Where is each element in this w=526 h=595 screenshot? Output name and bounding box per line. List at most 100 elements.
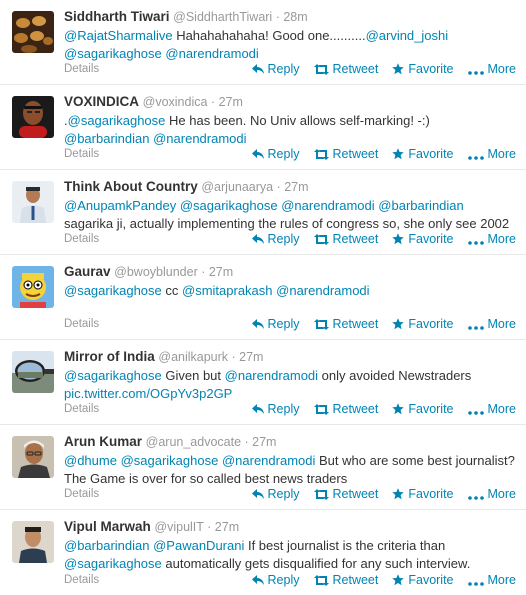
retweet-button[interactable]: Retweet (313, 402, 378, 416)
user-avatar[interactable] (12, 11, 54, 53)
mention-link[interactable]: @narendramodi (225, 368, 318, 383)
user-name[interactable]: Vipul Marwah (64, 519, 151, 534)
favorite-button[interactable]: Favorite (392, 573, 454, 587)
mention-link[interactable]: @sagarikaghose (180, 198, 278, 213)
reply-button[interactable]: Reply (251, 573, 300, 587)
mention-link[interactable]: @narendramodi (165, 46, 258, 61)
reply-label: Reply (267, 317, 300, 331)
user-avatar[interactable] (12, 521, 54, 563)
reply-button[interactable]: Reply (251, 487, 300, 501)
mention-link[interactable]: @arvind_joshi (366, 28, 449, 43)
mention-link[interactable]: @barbarindian (378, 198, 463, 213)
mention-link[interactable]: @narendramodi (281, 198, 374, 213)
more-icon (467, 496, 484, 500)
user-avatar[interactable] (12, 266, 54, 308)
user-avatar[interactable] (12, 96, 54, 138)
tweet-footer: Details Reply Retweet Favorite More (64, 486, 516, 504)
more-label: More (487, 232, 516, 246)
user-name[interactable]: Think About Country (64, 179, 198, 194)
user-handle[interactable]: @vipulIT (154, 520, 203, 534)
reply-button[interactable]: Reply (251, 317, 300, 331)
more-button[interactable]: More (467, 573, 516, 587)
mention-link[interactable]: @sagarikaghose (64, 283, 162, 298)
user-name[interactable]: Gaurav (64, 264, 111, 279)
more-button[interactable]: More (467, 232, 516, 246)
more-button[interactable]: More (467, 402, 516, 416)
reply-button[interactable]: Reply (251, 147, 300, 161)
tweet-header: Mirror of India @anilkapurk · 27m (64, 348, 516, 366)
details-link[interactable]: Details (64, 488, 99, 500)
mention-link[interactable]: @barbarindian (64, 538, 149, 553)
reply-button[interactable]: Reply (251, 232, 300, 246)
tweet-timestamp[interactable]: 27m (284, 180, 308, 194)
user-handle[interactable]: @bwoyblunder (114, 265, 198, 279)
details-link[interactable]: Details (64, 233, 99, 245)
mention-link[interactable]: @AnupamkPandey (64, 198, 176, 213)
mention-link[interactable]: @PawanDurani (153, 538, 244, 553)
more-button[interactable]: More (467, 62, 516, 76)
favorite-icon (392, 148, 405, 160)
user-handle[interactable]: @arun_advocate (146, 435, 241, 449)
mention-link[interactable]: @sagarikaghose (64, 46, 162, 61)
mention-link[interactable]: @sagarikaghose (64, 368, 162, 383)
user-handle[interactable]: @anilkapurk (158, 350, 228, 364)
mention-link[interactable]: @smitaprakash (182, 283, 273, 298)
reply-label: Reply (267, 573, 300, 587)
favorite-button[interactable]: Favorite (392, 487, 454, 501)
media-link[interactable]: pic.twitter.com/OGpYv3p2GP (64, 386, 232, 401)
details-link[interactable]: Details (64, 148, 99, 160)
user-handle[interactable]: @arjunaarya (201, 180, 273, 194)
details-link[interactable]: Details (64, 574, 99, 586)
reply-button[interactable]: Reply (251, 402, 300, 416)
tweet-timestamp[interactable]: 27m (215, 520, 239, 534)
tweet-timestamp[interactable]: 28m (283, 10, 307, 24)
user-avatar[interactable] (12, 436, 54, 478)
user-handle[interactable]: @SiddharthTiwari (173, 10, 272, 24)
reply-icon (251, 575, 264, 586)
tweet-timestamp[interactable]: 27m (209, 265, 233, 279)
mention-link[interactable]: @dhume (64, 453, 117, 468)
tweet-timestamp[interactable]: 27m (219, 95, 243, 109)
more-button[interactable]: More (467, 147, 516, 161)
tweet-timestamp[interactable]: 27m (239, 350, 263, 364)
favorite-button[interactable]: Favorite (392, 317, 454, 331)
mention-link[interactable]: @narendramodi (222, 453, 315, 468)
user-avatar[interactable] (12, 351, 54, 393)
reply-button[interactable]: Reply (251, 62, 300, 76)
more-label: More (487, 147, 516, 161)
mention-link[interactable]: @narendramodi (276, 283, 369, 298)
more-button[interactable]: More (467, 317, 516, 331)
mention-link[interactable]: @RajatSharmalive (64, 28, 173, 43)
user-name[interactable]: Siddharth Tiwari (64, 9, 170, 24)
favorite-button[interactable]: Favorite (392, 62, 454, 76)
mention-link[interactable]: @sagarikaghose (68, 113, 166, 128)
mention-link[interactable]: @sagarikaghose (121, 453, 219, 468)
user-name[interactable]: Arun Kumar (64, 434, 142, 449)
details-link[interactable]: Details (64, 63, 99, 75)
retweet-button[interactable]: Retweet (313, 573, 378, 587)
mention-link[interactable]: @sagarikaghose (64, 556, 162, 571)
more-button[interactable]: More (467, 487, 516, 501)
mention-link[interactable]: @narendramodi (153, 131, 246, 146)
user-name[interactable]: Mirror of India (64, 349, 155, 364)
mention-link[interactable]: @barbarindian (64, 131, 149, 146)
retweet-button[interactable]: Retweet (313, 317, 378, 331)
user-avatar[interactable] (12, 181, 54, 223)
retweet-button[interactable]: Retweet (313, 487, 378, 501)
retweet-button[interactable]: Retweet (313, 232, 378, 246)
details-link[interactable]: Details (64, 403, 99, 415)
favorite-button[interactable]: Favorite (392, 147, 454, 161)
favorite-label: Favorite (408, 232, 454, 246)
retweet-button[interactable]: Retweet (313, 62, 378, 76)
reply-label: Reply (267, 62, 300, 76)
tweet-timestamp[interactable]: 27m (252, 435, 276, 449)
favorite-button[interactable]: Favorite (392, 232, 454, 246)
favorite-button[interactable]: Favorite (392, 402, 454, 416)
user-name[interactable]: VOXINDICA (64, 94, 139, 109)
tweet-header: Think About Country @arjunaarya · 27m (64, 178, 516, 196)
tweet-item: Arun Kumar @arun_advocate · 27m @dhume @s… (0, 425, 526, 510)
more-label: More (487, 487, 516, 501)
details-link[interactable]: Details (64, 318, 99, 330)
user-handle[interactable]: @voxindica (143, 95, 208, 109)
retweet-button[interactable]: Retweet (313, 147, 378, 161)
